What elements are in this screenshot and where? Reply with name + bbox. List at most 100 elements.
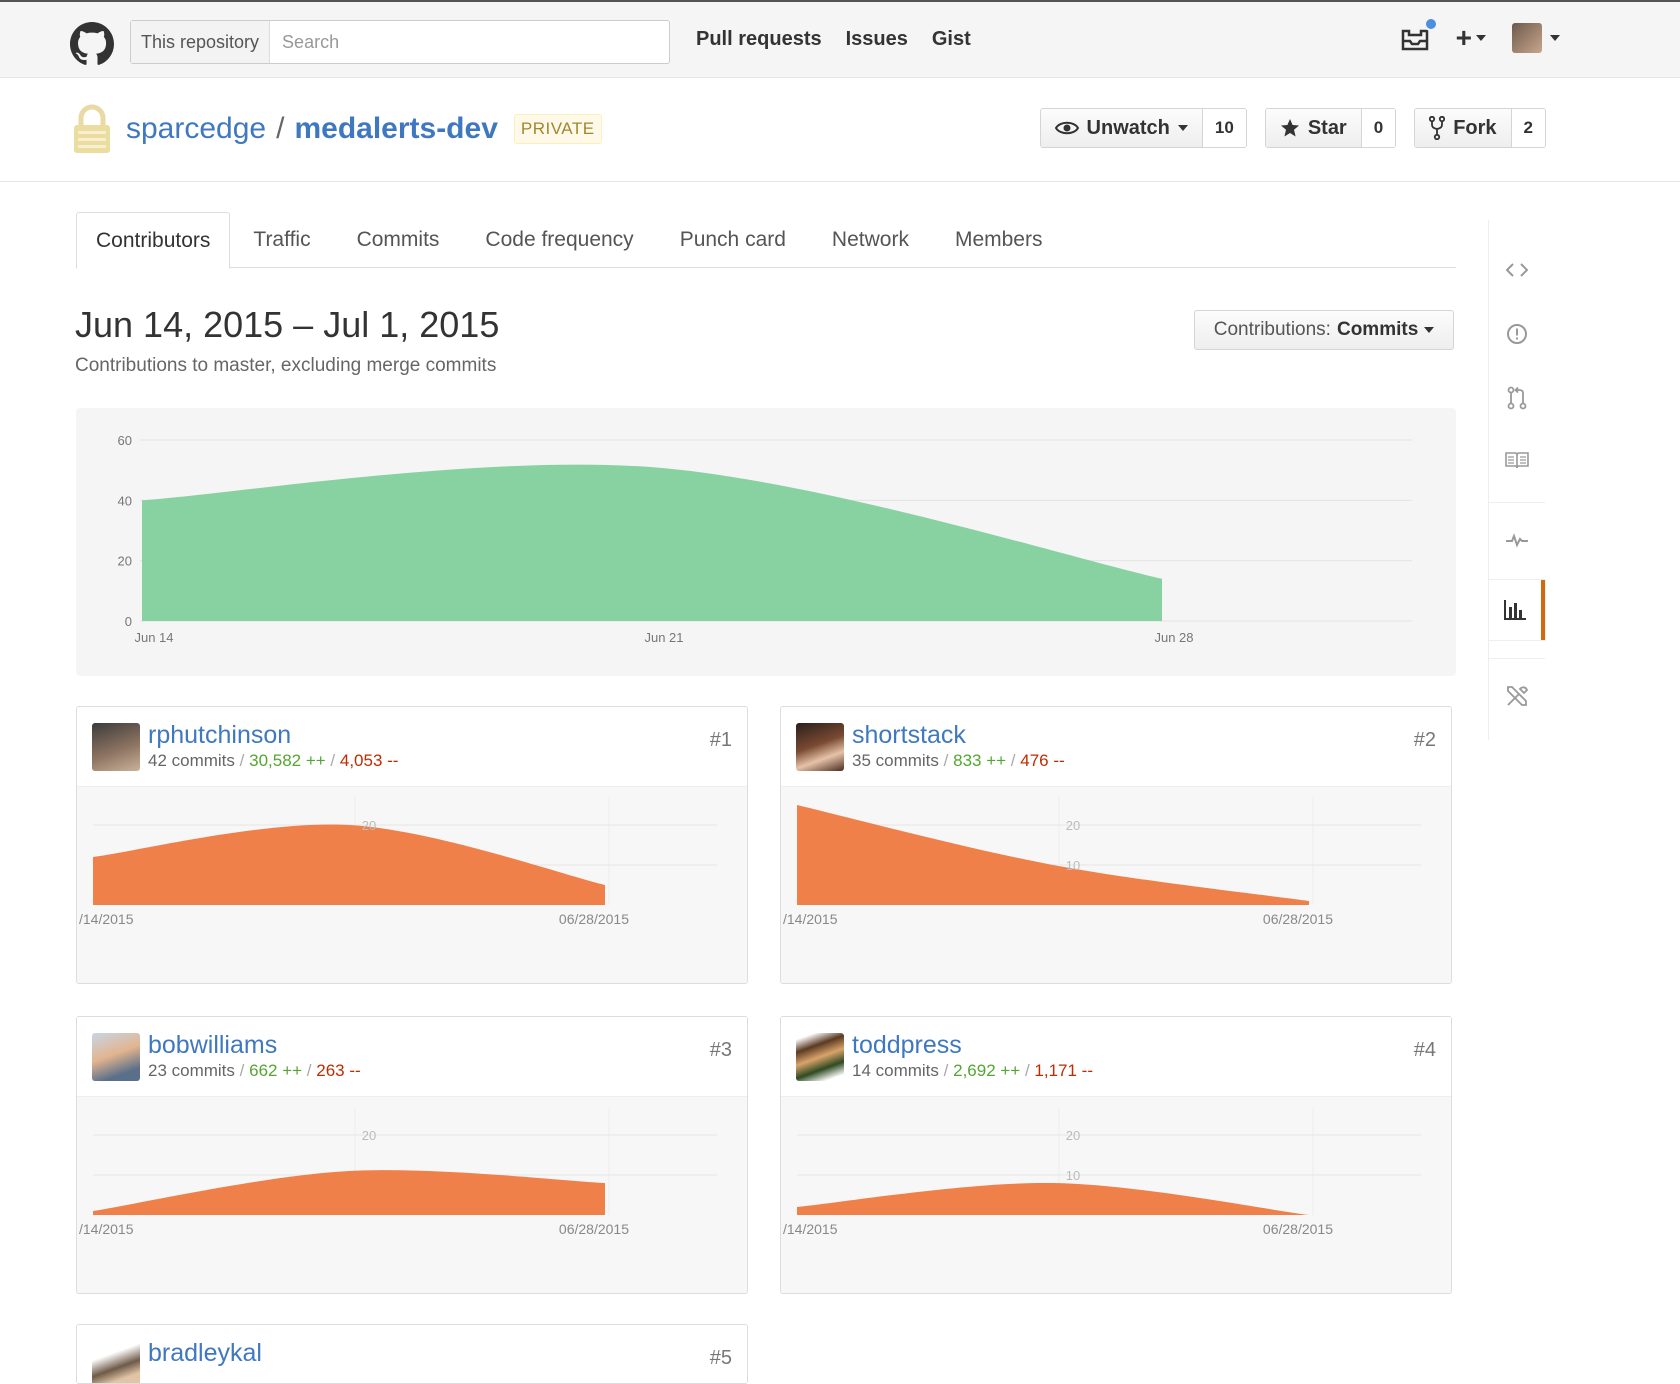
y-tick-label: 20	[1066, 1128, 1080, 1143]
additions-count: 833 ++	[953, 751, 1007, 770]
header-nav: Pull requests Issues Gist	[696, 28, 971, 51]
repo-name-link[interactable]: medalerts-dev	[294, 112, 497, 146]
site-header: This repository Pull requests Issues Gis…	[0, 0, 1680, 78]
avatar[interactable]	[92, 723, 140, 771]
contributions-chart-svg: 0 20 40 60 Jun 14 Jun 21 Jun 28	[118, 433, 1412, 645]
contributor-stats: 42 commits / 30,582 ++ / 4,053 --	[148, 751, 398, 771]
commit-count[interactable]: 42 commits	[148, 751, 235, 770]
fork-button[interactable]: Fork	[1415, 109, 1512, 147]
contributor-rank: #2	[1413, 729, 1436, 751]
stargazers-count[interactable]: 0	[1361, 109, 1396, 147]
y-tick-label: 20	[1066, 818, 1080, 833]
tab-punch-card[interactable]: Punch card	[657, 212, 809, 268]
y-tick-label: 20	[118, 554, 132, 569]
star-button[interactable]: Star	[1265, 109, 1362, 147]
x-tick-label: /14/2015	[783, 1221, 838, 1237]
fork-group: Fork 2	[1414, 108, 1546, 148]
stats-separator: /	[306, 1061, 317, 1080]
nav-pull-requests[interactable]: Pull requests	[696, 28, 822, 51]
pulse-icon[interactable]	[1489, 510, 1545, 570]
commit-count[interactable]: 23 commits	[148, 1061, 235, 1080]
contributor-rank: #5	[709, 1347, 732, 1369]
deletions-count: 476 --	[1020, 751, 1065, 770]
star-label: Star	[1307, 116, 1347, 139]
tab-contributors[interactable]: Contributors	[76, 212, 231, 269]
avatar[interactable]	[92, 1033, 140, 1081]
avatar[interactable]	[796, 1033, 844, 1081]
lock-icon	[74, 104, 110, 153]
tab-commits[interactable]: Commits	[334, 212, 463, 268]
forks-count[interactable]: 2	[1511, 109, 1545, 147]
additions-count: 662 ++	[249, 1061, 303, 1080]
repo-title: sparcedge / medalerts-dev PRIVATE	[126, 112, 602, 146]
tab-network[interactable]: Network	[809, 212, 932, 268]
chevron-down-icon	[1476, 35, 1486, 41]
commits-area	[797, 805, 1309, 905]
x-tick-label: Jun 21	[644, 630, 683, 645]
eye-icon	[1054, 121, 1079, 135]
unread-dot	[1423, 17, 1438, 31]
search-input[interactable]	[270, 21, 669, 63]
commit-count[interactable]: 35 commits	[852, 751, 939, 770]
tab-code-frequency[interactable]: Code frequency	[462, 212, 656, 268]
star-icon	[1280, 119, 1299, 137]
date-range-title: Jun 14, 2015 – Jul 1, 2015	[75, 304, 500, 345]
user-menu[interactable]	[1512, 23, 1560, 53]
notifications-icon[interactable]	[1400, 17, 1438, 53]
deletions-count: 1,171 --	[1034, 1061, 1094, 1080]
contributor-graph: 20/14/2015 06/28/2015	[77, 1097, 747, 1293]
commits-area	[797, 1182, 1309, 1215]
contributor-chart-svg: 10 20/14/2015 06/28/2015	[783, 1107, 1421, 1237]
create-new-menu[interactable]: +	[1456, 22, 1486, 54]
github-logo-icon[interactable]	[70, 22, 114, 66]
contributor-rank: #1	[709, 729, 732, 751]
tab-members[interactable]: Members	[932, 212, 1066, 268]
contributor-stats: 35 commits / 833 ++ / 476 --	[852, 751, 1065, 771]
y-tick-label: 20	[362, 1128, 376, 1143]
repo-owner-link[interactable]: sparcedge	[126, 112, 266, 146]
nav-divider	[1489, 502, 1545, 503]
avatar[interactable]	[796, 723, 844, 771]
commit-count[interactable]: 14 commits	[852, 1061, 939, 1080]
contributor-login[interactable]: rphutchinson	[148, 721, 291, 750]
contributor-graph: 20/14/2015 06/28/2015	[77, 787, 747, 983]
avatar[interactable]	[92, 1341, 140, 1383]
fork-icon	[1429, 116, 1446, 140]
issue-icon[interactable]	[1489, 304, 1545, 364]
nav-issues[interactable]: Issues	[846, 28, 908, 51]
repo-header: sparcedge / medalerts-dev PRIVATE Unwatc…	[0, 78, 1680, 182]
x-tick-label: 06/28/2015	[1263, 1221, 1333, 1237]
repo-title-separator: /	[276, 112, 285, 145]
unwatch-button[interactable]: Unwatch	[1040, 109, 1203, 147]
contributions-type-select[interactable]: Contributions: Commits	[1194, 310, 1454, 350]
pull-request-icon[interactable]	[1489, 368, 1545, 428]
stats-separator: /	[1024, 1061, 1035, 1080]
contributor-graph: 10 20/14/2015 06/28/2015	[781, 1097, 1451, 1293]
chevron-down-icon	[1424, 327, 1435, 333]
stats-separator: /	[1010, 751, 1021, 770]
graph-icon[interactable]	[1489, 580, 1545, 640]
repo-actions: Unwatch 10 Star 0 Fork 2	[1039, 108, 1546, 148]
contributor-graph: 10 20/14/2015 06/28/2015	[781, 787, 1451, 983]
stats-separator: /	[239, 1061, 250, 1080]
contributor-login[interactable]: bobwilliams	[148, 1031, 277, 1060]
search-scope-label: This repository	[131, 21, 271, 63]
contributor-login[interactable]: shortstack	[852, 721, 966, 750]
nav-gist[interactable]: Gist	[932, 28, 971, 51]
code-icon[interactable]	[1489, 240, 1545, 300]
tab-traffic[interactable]: Traffic	[230, 212, 333, 268]
contributor-card: rphutchinson 42 commits / 30,582 ++ / 4,…	[76, 706, 748, 984]
card-header: bobwilliams 23 commits / 662 ++ / 263 --…	[77, 1017, 747, 1097]
contributor-chart-svg: 10 20/14/2015 06/28/2015	[783, 797, 1421, 927]
contributor-login[interactable]: bradleykal	[148, 1339, 262, 1368]
star-group: Star 0	[1264, 108, 1397, 148]
settings-icon[interactable]	[1489, 666, 1545, 726]
watchers-count[interactable]: 10	[1202, 109, 1246, 147]
contributor-login[interactable]: toddpress	[852, 1031, 962, 1060]
graphs-tabs: Contributors Traffic Commits Code freque…	[76, 212, 1456, 269]
contributor-rank: #3	[709, 1039, 732, 1061]
contributor-chart-svg: 20/14/2015 06/28/2015	[79, 1107, 717, 1237]
x-tick-label: 06/28/2015	[1263, 911, 1333, 927]
x-tick-label: Jun 28	[1154, 630, 1193, 645]
wiki-icon[interactable]	[1489, 430, 1545, 490]
